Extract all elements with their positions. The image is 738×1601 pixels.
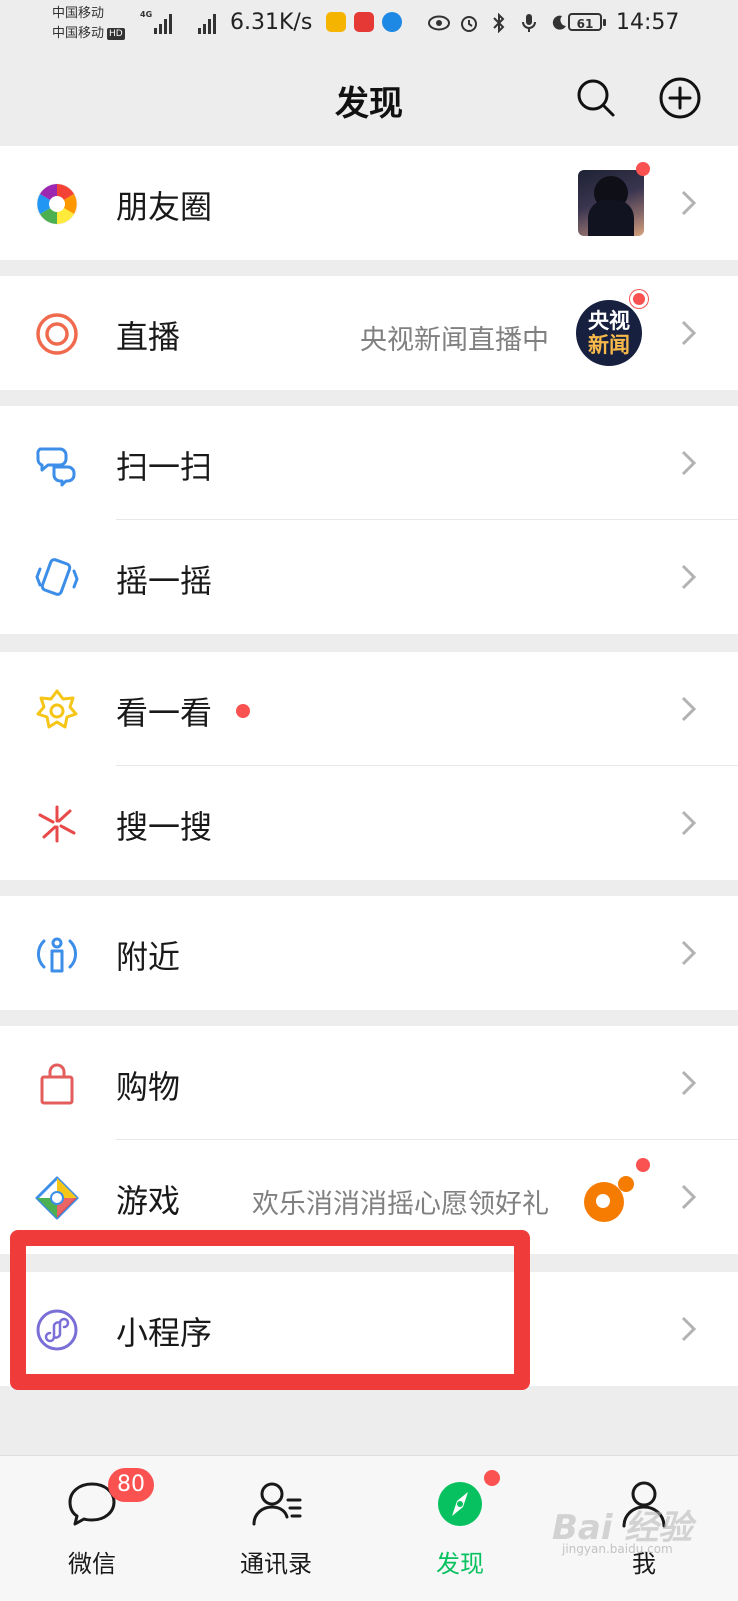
- eye-icon: [428, 12, 450, 34]
- cctv-news-avatar: 央视 新闻: [576, 300, 642, 366]
- row-label: 附近: [116, 938, 181, 976]
- live-status-text: 央视新闻直播中: [360, 325, 549, 356]
- live-icon: [36, 313, 78, 355]
- nearby-icon: [37, 937, 77, 973]
- group-mini-programs: 小程序: [0, 1272, 738, 1386]
- group-scan-shake: 扫一扫 摇一摇: [0, 406, 738, 634]
- top-stories-icon: [36, 689, 78, 729]
- status-icons: [428, 12, 570, 34]
- nav-bar: 发现: [0, 48, 738, 146]
- me-person-icon: [622, 1481, 666, 1528]
- tab-label: 通讯录: [240, 1550, 312, 1578]
- games-promo-text: 欢乐消消消摇心愿领好礼: [252, 1189, 549, 1220]
- row-shopping[interactable]: 购物: [0, 1026, 738, 1140]
- row-label: 游戏: [116, 1182, 181, 1220]
- chevron-right-icon: [681, 190, 697, 216]
- row-label: 扫一扫: [116, 448, 213, 486]
- search-sparkle-icon: [38, 805, 76, 843]
- row-shake[interactable]: 摇一摇: [0, 520, 738, 634]
- group-top-stories-search: 看一看 搜一搜: [0, 652, 738, 880]
- tab-label: 发现: [436, 1550, 484, 1578]
- chevron-right-icon: [681, 940, 697, 966]
- browser-app-icon: [382, 12, 402, 32]
- row-label: 摇一摇: [116, 562, 213, 600]
- moments-latest-thumbnail: [578, 170, 644, 236]
- add-button[interactable]: [658, 76, 702, 120]
- tab-discover[interactable]: 发现: [368, 1456, 552, 1601]
- row-scan[interactable]: 扫一扫: [0, 406, 738, 520]
- net-speed: 6.31K/s: [230, 10, 313, 35]
- chevron-right-icon: [681, 810, 697, 836]
- chevron-right-icon: [681, 564, 697, 590]
- tab-bar: 80 微信 通讯录 发现 我: [0, 1455, 738, 1601]
- tab-me[interactable]: 我: [552, 1456, 736, 1601]
- mini-programs-icon: [36, 1309, 78, 1351]
- row-games[interactable]: 游戏 欢乐消消消摇心愿领好礼: [0, 1140, 738, 1254]
- tab-contacts[interactable]: 通讯录: [184, 1456, 368, 1601]
- tab-label: 微信: [68, 1550, 116, 1578]
- status-bar: 中国移动 中国移动 HD 4G 6.31K/s 61 14:57: [0, 0, 738, 48]
- row-live[interactable]: 直播 央视新闻直播中 央视 新闻: [0, 276, 738, 390]
- group-nearby: 附近: [0, 896, 738, 1010]
- avatar-text-top: 央视: [588, 309, 630, 333]
- mic-icon: [518, 12, 540, 34]
- games-new-dot: [636, 1158, 650, 1172]
- chevron-right-icon: [681, 320, 697, 346]
- plus-circle-icon: [659, 77, 701, 119]
- search-icon: [577, 79, 615, 117]
- new-content-dot: [236, 704, 250, 718]
- chevron-right-icon: [681, 1070, 697, 1096]
- page-title: 发现: [335, 84, 403, 124]
- row-label: 购物: [116, 1068, 181, 1106]
- book-app-icon: [354, 12, 374, 32]
- alarm-icon: [458, 12, 480, 34]
- moments-aperture-icon: [36, 183, 78, 225]
- chevron-right-icon: [681, 696, 697, 722]
- search-button[interactable]: [574, 76, 618, 120]
- bluetooth-icon: [488, 12, 510, 34]
- shake-icon: [35, 558, 79, 596]
- tab-chats[interactable]: 80 微信: [0, 1456, 184, 1601]
- signal-1-icon: 4G: [140, 10, 172, 34]
- avatar-text-bottom: 新闻: [588, 333, 630, 357]
- contacts-icon: [252, 1482, 302, 1526]
- game-logo: [584, 1176, 634, 1222]
- carrier-2: 中国移动: [52, 26, 105, 41]
- discover-compass-icon: [438, 1482, 482, 1526]
- shopping-bag-icon: [40, 1063, 74, 1105]
- row-search[interactable]: 搜一搜: [0, 766, 738, 880]
- group-live: 直播 央视新闻直播中 央视 新闻: [0, 276, 738, 390]
- chevron-right-icon: [681, 1184, 697, 1210]
- chevron-right-icon: [681, 450, 697, 476]
- live-indicator-dot: [630, 290, 648, 308]
- moon-icon: [548, 12, 570, 34]
- row-label: 搜一搜: [116, 808, 213, 846]
- chevron-right-icon: [681, 1316, 697, 1342]
- mail-app-icon: [326, 12, 346, 32]
- scan-icon: [36, 447, 76, 487]
- row-nearby[interactable]: 附近: [0, 896, 738, 1010]
- signal-2-icon: [198, 12, 216, 34]
- games-icon: [35, 1176, 79, 1220]
- row-moments[interactable]: 朋友圈: [0, 146, 738, 260]
- hd-tag: HD: [107, 27, 125, 40]
- carrier-info: 中国移动 中国移动 HD: [52, 4, 125, 44]
- group-moments: 朋友圈: [0, 146, 738, 260]
- row-top-stories[interactable]: 看一看: [0, 652, 738, 766]
- row-label: 小程序: [116, 1314, 213, 1352]
- row-mini-programs[interactable]: 小程序: [0, 1272, 738, 1386]
- battery-indicator: 61: [568, 13, 606, 31]
- moments-new-dot: [636, 162, 650, 176]
- row-label: 朋友圈: [116, 188, 213, 226]
- discover-new-dot: [484, 1470, 500, 1486]
- unread-badge: 80: [108, 1468, 154, 1502]
- group-shopping-games: 购物 游戏 欢乐消消消摇心愿领好礼: [0, 1026, 738, 1254]
- carrier-1: 中国移动: [52, 6, 105, 21]
- tab-label: 我: [632, 1550, 656, 1578]
- clock: 14:57: [616, 10, 680, 35]
- row-label: 直播: [116, 318, 181, 356]
- row-label: 看一看: [116, 694, 213, 732]
